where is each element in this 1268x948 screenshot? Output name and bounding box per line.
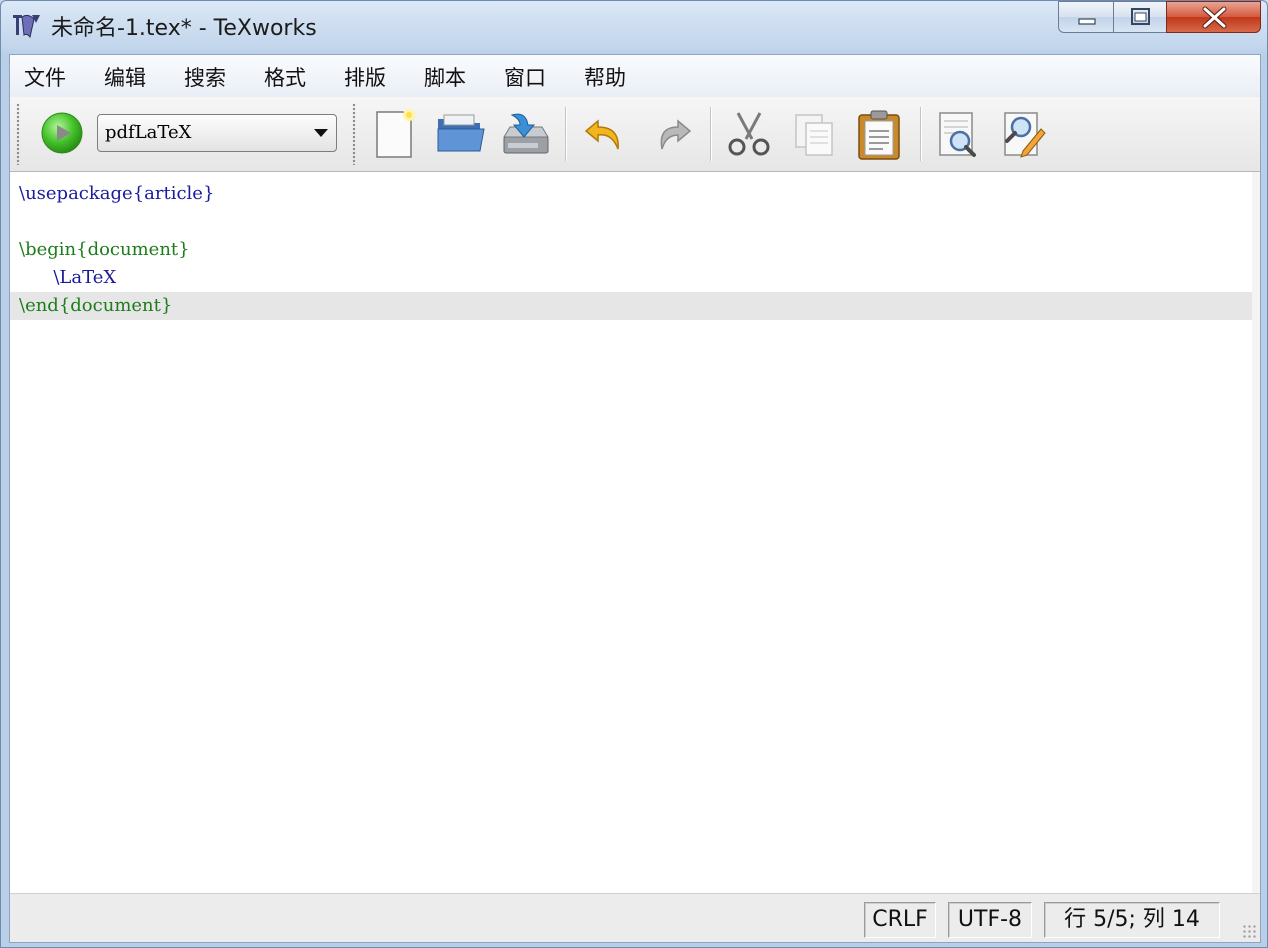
redo-icon <box>660 119 692 150</box>
find-button[interactable] <box>932 107 986 161</box>
menu-file[interactable]: 文件 <box>24 62 66 92</box>
undo-icon <box>584 119 619 150</box>
toolbar-separator-3 <box>920 107 922 161</box>
cursor-position-indicator[interactable]: 行 5/5; 列 14 <box>1044 902 1220 938</box>
minimize-icon <box>1078 18 1096 25</box>
find-icon <box>939 112 976 157</box>
save-button[interactable] <box>498 107 552 161</box>
menu-search[interactable]: 搜索 <box>184 62 226 92</box>
open-folder-icon <box>437 114 485 152</box>
minimize-button[interactable] <box>1058 1 1114 33</box>
editor-right-edge <box>1252 172 1260 893</box>
copy-button[interactable] <box>788 107 842 161</box>
menu-window[interactable]: 窗口 <box>504 62 546 92</box>
code-editor[interactable]: \usepackage{article} \begin{document} \L… <box>10 172 1260 894</box>
typeset-button[interactable] <box>40 111 84 155</box>
copy-icon <box>795 114 833 156</box>
code-line-5: \end{document} <box>19 292 172 320</box>
line-ending-indicator[interactable]: CRLF <box>864 902 936 938</box>
texworks-window: 未命名-1.tex* - TeXworks 文件 编辑 搜索 格式 排版 脚本 … <box>0 0 1268 948</box>
title-bar: 未命名-1.tex* - TeXworks <box>1 1 1267 53</box>
engine-select-value: pdfLaTeX <box>105 122 192 143</box>
close-icon <box>1202 6 1227 29</box>
toolbar-grip-2[interactable] <box>352 103 356 165</box>
undo-button[interactable] <box>578 107 632 161</box>
menu-help[interactable]: 帮助 <box>584 62 626 92</box>
code-line-1: \usepackage{article} <box>19 180 214 208</box>
menu-scripts[interactable]: 脚本 <box>424 62 466 92</box>
open-button[interactable] <box>434 107 488 161</box>
close-button[interactable] <box>1166 1 1261 33</box>
paste-icon <box>858 110 900 160</box>
code-token: \LaTeX <box>19 267 117 288</box>
code-token: \end{document} <box>19 295 173 316</box>
paste-button[interactable] <box>853 107 907 161</box>
maximize-icon <box>1131 8 1150 25</box>
window-title: 未命名-1.tex* - TeXworks <box>51 16 317 41</box>
chevron-down-icon <box>314 129 328 137</box>
toolbar-grip[interactable] <box>16 103 20 165</box>
encoding-indicator[interactable]: UTF-8 <box>948 902 1032 938</box>
code-token: \usepackage{article} <box>19 183 215 204</box>
replace-icon <box>1004 112 1046 158</box>
engine-select[interactable]: pdfLaTeX <box>97 114 337 152</box>
new-document-button[interactable] <box>369 107 423 161</box>
redo-button[interactable] <box>644 107 698 161</box>
menu-bar: 文件 编辑 搜索 格式 排版 脚本 窗口 帮助 <box>10 55 1260 98</box>
resize-grip[interactable] <box>1242 924 1258 940</box>
menu-typeset[interactable]: 排版 <box>344 62 386 92</box>
menu-format[interactable]: 格式 <box>264 62 306 92</box>
code-line-4: \LaTeX <box>19 264 116 292</box>
current-line-highlight <box>10 292 1252 320</box>
maximize-button[interactable] <box>1113 1 1167 33</box>
play-icon <box>41 112 83 154</box>
texworks-app-icon[interactable] <box>10 11 42 39</box>
toolbar: pdfLaTeX <box>10 97 1260 172</box>
status-bar: CRLF UTF-8 行 5/5; 列 14 <box>10 894 1260 942</box>
code-line-3: \begin{document} <box>19 236 190 264</box>
save-icon <box>503 113 549 154</box>
menu-edit[interactable]: 编辑 <box>104 62 146 92</box>
toolbar-separator <box>565 107 567 161</box>
scissors-icon <box>728 112 770 156</box>
replace-button[interactable] <box>997 107 1051 161</box>
cut-button[interactable] <box>722 107 776 161</box>
main-client-area: 文件 编辑 搜索 格式 排版 脚本 窗口 帮助 pdfLaTeX \usepac… <box>9 54 1261 943</box>
code-token: \begin{document} <box>19 239 190 260</box>
new-document-icon <box>376 109 415 158</box>
toolbar-separator-2 <box>710 107 712 161</box>
